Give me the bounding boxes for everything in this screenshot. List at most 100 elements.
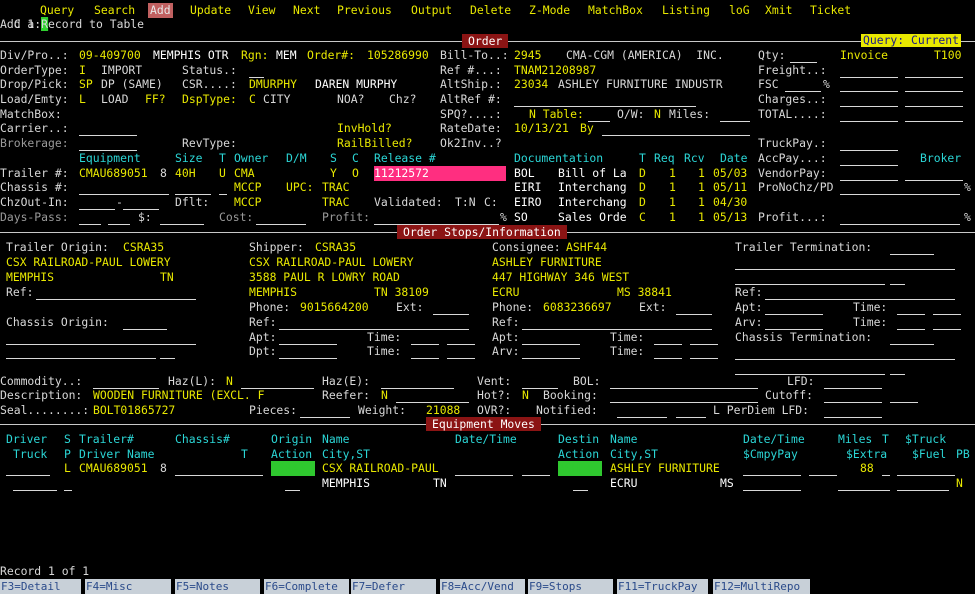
seal-value[interactable]: BOLT01865727 bbox=[93, 403, 175, 418]
fkey-f11-truckpay[interactable]: F11=TruckPay bbox=[617, 579, 708, 594]
cutoff-time-field[interactable] bbox=[890, 389, 918, 403]
shipper-value[interactable]: CSRA35 bbox=[315, 240, 356, 255]
menu-update[interactable]: Update bbox=[190, 3, 231, 18]
fkey-f6-complete[interactable]: F6=Complete bbox=[264, 579, 349, 594]
chzin-field[interactable] bbox=[123, 196, 159, 210]
menu-zmode[interactable]: Z-Mode bbox=[529, 3, 570, 18]
shipper-time-field-2[interactable] bbox=[447, 331, 475, 345]
lfd-field[interactable] bbox=[824, 375, 882, 389]
menu-next[interactable]: Next bbox=[293, 3, 320, 18]
trailer-term-field[interactable] bbox=[890, 241, 934, 255]
reefer-value[interactable]: N bbox=[381, 388, 388, 403]
release-input[interactable]: 11212572 bbox=[374, 166, 506, 181]
cutoff-field[interactable] bbox=[824, 389, 882, 403]
trailer-term-name-field[interactable] bbox=[735, 256, 955, 270]
move-t-field[interactable] bbox=[882, 462, 890, 476]
chassis-owner[interactable]: MCCP bbox=[234, 180, 261, 195]
carrier-field[interactable] bbox=[79, 122, 137, 136]
weight-value[interactable]: 21088 bbox=[426, 403, 460, 418]
fkey-f12-multirepo[interactable]: F12=MultiRepo bbox=[713, 579, 810, 594]
vent-field[interactable] bbox=[522, 375, 558, 389]
move-trailer[interactable]: CMAU689051 bbox=[79, 461, 148, 476]
doc-code[interactable]: EIRO bbox=[514, 195, 541, 210]
ref-value[interactable]: TNAM21208987 bbox=[514, 63, 596, 78]
doc-code[interactable]: SO bbox=[514, 210, 528, 225]
rgn-value[interactable]: MEM bbox=[276, 48, 297, 63]
term-ref-field[interactable] bbox=[765, 286, 955, 300]
shipper-ref-field[interactable] bbox=[279, 316, 469, 330]
dflt-value[interactable]: MCCP bbox=[234, 195, 261, 210]
reefer-field[interactable] bbox=[396, 389, 469, 403]
loademty-value[interactable]: L bbox=[79, 92, 86, 107]
term-arv-field[interactable] bbox=[765, 316, 823, 330]
fkey-f7-defer[interactable]: F7=Defer bbox=[351, 579, 436, 594]
shipper-apt-field[interactable] bbox=[279, 331, 337, 345]
dayspass-amt-field[interactable] bbox=[160, 211, 204, 225]
menu-search[interactable]: Search bbox=[94, 3, 135, 18]
dayspass-field-2[interactable] bbox=[108, 211, 130, 225]
chassis-term-city-field[interactable] bbox=[735, 361, 885, 375]
menu-ticket[interactable]: Ticket bbox=[810, 3, 851, 18]
booking-field[interactable] bbox=[610, 389, 758, 403]
haze-field[interactable] bbox=[381, 375, 454, 389]
doc-code[interactable]: EIRI bbox=[514, 180, 541, 195]
commodity-field[interactable] bbox=[93, 375, 159, 389]
menu-query[interactable]: Query bbox=[40, 3, 74, 18]
qty-field[interactable] bbox=[790, 49, 817, 63]
total-field-2[interactable] bbox=[905, 108, 963, 122]
move-chassis-field[interactable] bbox=[175, 462, 263, 476]
move-destin-time-field[interactable] bbox=[809, 462, 837, 476]
consignee-time-field-2[interactable] bbox=[690, 331, 718, 345]
trailer-owner[interactable]: CMA bbox=[234, 166, 255, 181]
ow-value[interactable]: N bbox=[654, 107, 661, 122]
move-p-field[interactable] bbox=[64, 477, 72, 491]
trailer-term-st-field[interactable] bbox=[890, 271, 905, 285]
droppick-value[interactable]: SP bbox=[79, 77, 93, 92]
chassis-t-field[interactable] bbox=[219, 181, 227, 195]
term-time-field-2[interactable] bbox=[933, 301, 961, 315]
menu-add[interactable]: Add bbox=[148, 3, 173, 18]
chassis-term-st-field[interactable] bbox=[890, 361, 905, 375]
charges-field-2[interactable] bbox=[905, 93, 963, 107]
ntable-field[interactable] bbox=[588, 108, 610, 122]
chassis-size-field[interactable] bbox=[175, 181, 211, 195]
vendorpay-field-2[interactable] bbox=[905, 167, 963, 181]
move-origin-time-field[interactable] bbox=[522, 462, 550, 476]
chassis-term-name-field[interactable] bbox=[735, 346, 955, 360]
status-field[interactable] bbox=[249, 64, 264, 78]
move-driver-field[interactable] bbox=[6, 462, 50, 476]
dflt-trac[interactable]: TRAC bbox=[322, 195, 349, 210]
fkey-f3-detail[interactable]: F3=Detail bbox=[0, 579, 81, 594]
chassis-origin-field[interactable] bbox=[123, 316, 167, 330]
shipper-phone-value[interactable]: 9015664200 bbox=[300, 300, 369, 315]
chassis-term-field[interactable] bbox=[890, 331, 934, 345]
truckpay-field[interactable] bbox=[840, 137, 898, 151]
menu-delete[interactable]: Delete bbox=[470, 3, 511, 18]
ratedate-value[interactable]: 10/13/21 bbox=[514, 121, 569, 136]
move-fuel-field[interactable] bbox=[897, 477, 949, 491]
div-value[interactable]: 09-409700 bbox=[79, 48, 141, 63]
altship-value[interactable]: 23034 bbox=[514, 77, 548, 92]
term-arv-time-field[interactable] bbox=[897, 316, 925, 330]
menu-view[interactable]: View bbox=[248, 3, 275, 18]
trailer-size[interactable]: 40H bbox=[175, 166, 196, 181]
move-extra-field[interactable] bbox=[838, 477, 890, 491]
consignee-ref-field[interactable] bbox=[522, 316, 712, 330]
move-s[interactable]: L bbox=[64, 461, 71, 476]
move-destin-date-field[interactable] bbox=[743, 462, 801, 476]
consignee-ext-field[interactable] bbox=[676, 301, 712, 315]
chassis-field[interactable] bbox=[79, 181, 169, 195]
consignee-time-field[interactable] bbox=[654, 331, 682, 345]
csr-value[interactable]: DMURPHY bbox=[249, 77, 297, 92]
brokerage-field[interactable] bbox=[79, 137, 137, 151]
freight-field[interactable] bbox=[840, 64, 898, 78]
move-destin-action-2[interactable] bbox=[573, 477, 588, 491]
hazl-field[interactable] bbox=[241, 375, 314, 389]
pronochz-field[interactable] bbox=[840, 181, 960, 195]
chzout-field[interactable] bbox=[79, 196, 115, 210]
menu-matchbox[interactable]: MatchBox bbox=[588, 3, 643, 18]
fsc-amt-field[interactable] bbox=[840, 78, 898, 92]
cost-field[interactable] bbox=[256, 211, 306, 225]
upc-value[interactable]: TRAC bbox=[322, 180, 349, 195]
fkey-f9-stops[interactable]: F9=Stops bbox=[528, 579, 613, 594]
